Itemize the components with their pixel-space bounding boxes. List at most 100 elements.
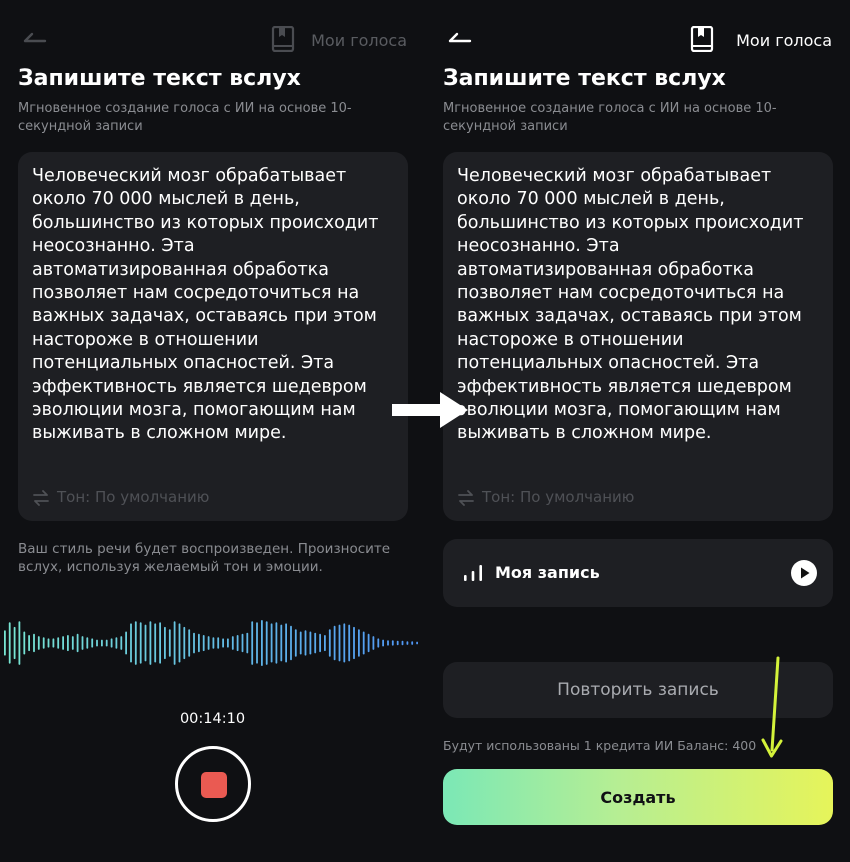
waveform-bar [256,622,258,664]
recording-screen: Мои голоса Запишите текст вслух Мгновенн… [0,0,425,862]
waveform-bar [372,636,375,650]
audio-waveform [4,620,418,666]
swap-arrows-icon [33,490,49,506]
book-icon[interactable] [271,26,295,52]
script-text: Человеческий мозг обрабатывает около 70 … [32,166,379,444]
waveform-bar [134,621,137,665]
waveform-bar [222,638,224,648]
waveform-bar [173,621,176,665]
waveform-bar [231,636,234,650]
play-icon[interactable] [791,560,817,586]
waveform-bar [290,625,292,661]
credits-info: Будут использованы 1 кредита ИИ Баланс: … [443,738,757,753]
waveform-bar [309,631,312,655]
waveform-bar [328,629,331,657]
waveform-bar [348,624,351,662]
waveform-bar [362,631,365,655]
waveform-bar [343,623,346,663]
waveform-bar [81,636,84,650]
waveform-bar [86,637,89,649]
pointer-arrow-icon [761,656,783,758]
waveform-bar [18,621,21,665]
waveform-bar [47,638,50,648]
top-bar: Мои голоса [443,24,832,56]
waveform-bar [319,633,321,653]
waveform-bar [120,636,123,650]
tone-label: Тон: По умолчанию [482,488,635,506]
waveform-bar [299,631,302,655]
back-arrow-icon[interactable] [447,26,473,50]
waveform-bar [28,635,30,652]
waveform-bar [198,633,200,653]
waveform-bar [115,637,118,649]
waveform-bar [416,641,418,645]
waveform-bar [294,629,297,657]
script-text: Человеческий мозг обрабатывает около 70 … [457,166,804,444]
waveform-bar [67,635,69,652]
my-recording-card[interactable]: Моя запись [443,539,833,607]
waveform-bar [401,640,404,646]
book-icon[interactable] [690,26,714,52]
waveform-bar [367,633,370,653]
waveform-bar [42,637,45,649]
waveform-bar [396,640,399,646]
waveform-bar [280,624,283,662]
waveform-bar [154,623,157,663]
waveform-bar [125,631,127,655]
recording-hint: Ваш стиль речи будет воспроизведен. Прои… [18,541,391,575]
page-subtitle: Мгновенное создание голоса с ИИ на основ… [443,101,777,134]
transition-arrow-icon [392,392,468,428]
waveform-bar [178,623,181,663]
recording-timer: 00:14:10 [179,711,246,727]
waveform-bar [285,623,287,663]
waveform-bar [202,635,205,652]
waveform-bar [76,633,79,653]
waveform-bar [159,622,161,664]
waveform-bar [212,637,215,649]
waveform-bar [387,640,389,646]
waveform-bar [33,633,35,653]
waveform-bar [358,629,360,657]
waveform-bar [71,636,74,650]
waveform-bar [188,629,191,657]
waveform-bar [101,639,103,647]
waveform-bar [241,633,244,653]
waveform-bar [8,622,11,664]
waveform-bar [261,620,263,666]
swap-arrows-icon [458,490,474,506]
waveform-bar [13,626,16,660]
waveform-bar [183,626,186,660]
script-card: Человеческий мозг обрабатывает около 70 … [18,152,408,521]
my-voices-link[interactable]: Мои голоса [736,31,832,50]
waveform-bar [23,631,26,655]
waveform-bar [406,641,409,645]
audio-bars-icon [464,565,482,581]
waveform-bar [4,630,6,656]
waveform-bar [149,621,152,665]
my-voices-link[interactable]: Мои голоса [311,31,407,50]
tone-label: Тон: По умолчанию [57,488,210,506]
page-title: Запишите текст вслух [18,66,301,91]
my-recording-label: Моя запись [495,563,600,582]
waveform-bar [353,626,355,660]
waveform-bar [139,622,142,664]
waveform-bar [37,636,40,650]
waveform-bar [270,623,273,663]
back-arrow-icon[interactable] [22,26,48,50]
waveform-bar [246,632,249,654]
waveform-bar [275,622,278,664]
waveform-bar [377,638,380,648]
waveform-bar [391,640,394,646]
script-card: Человеческий мозг обрабатывает около 70 … [443,152,833,521]
page-title: Запишите текст вслух [443,66,726,91]
waveform-bar [144,624,147,662]
waveform-bar [96,639,98,647]
waveform-bar [168,629,171,657]
waveform-bar [411,641,414,645]
create-button[interactable]: Создать [443,769,833,825]
stop-icon [201,772,227,798]
waveform-bar [251,621,254,665]
waveform-bar [333,625,336,661]
waveform-bar [52,638,55,648]
stop-recording-button[interactable] [175,746,251,822]
